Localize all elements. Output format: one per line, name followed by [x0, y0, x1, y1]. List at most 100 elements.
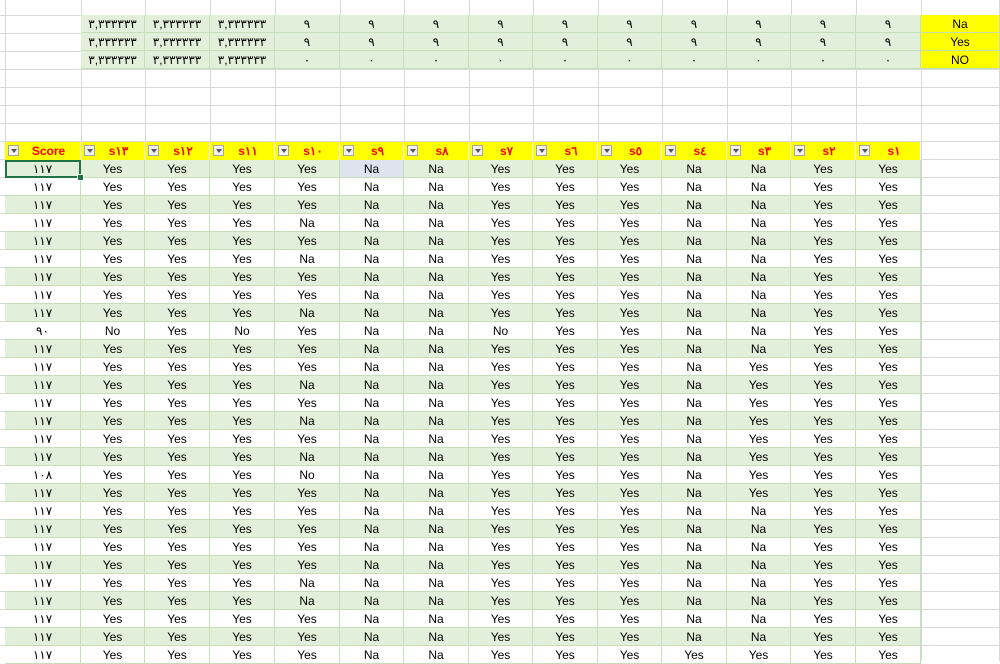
table-cell[interactable]: Yes: [533, 160, 598, 178]
table-cell[interactable]: Yes: [856, 286, 921, 304]
summary-cell[interactable]: ٣,٣٣٣٣٣٣: [81, 33, 145, 51]
table-cell[interactable]: Yes: [533, 376, 598, 394]
table-cell[interactable]: Yes: [210, 484, 275, 502]
column-header[interactable]: s١٢: [145, 142, 210, 160]
table-cell[interactable]: Yes: [469, 394, 533, 412]
table-cell[interactable]: Na: [404, 502, 469, 520]
table-cell[interactable]: Na: [340, 466, 404, 484]
table-cell[interactable]: Yes: [856, 232, 921, 250]
table-cell[interactable]: Yes: [210, 430, 275, 448]
table-cell[interactable]: Na: [340, 646, 404, 664]
table-cell[interactable]: Yes: [469, 358, 533, 376]
table-cell[interactable]: Yes: [856, 646, 921, 664]
table-cell[interactable]: Yes: [81, 610, 145, 628]
table-cell[interactable]: Yes: [145, 592, 210, 610]
table-cell[interactable]: Yes: [856, 358, 921, 376]
table-cell[interactable]: Na: [662, 448, 727, 466]
table-cell[interactable]: Yes: [210, 268, 275, 286]
table-cell[interactable]: Yes: [533, 484, 598, 502]
table-cell[interactable]: Yes: [145, 160, 210, 178]
table-cell[interactable]: Yes: [275, 268, 340, 286]
table-cell[interactable]: Na: [662, 214, 727, 232]
table-cell[interactable]: Na: [404, 286, 469, 304]
table-cell[interactable]: Na: [404, 556, 469, 574]
table-cell[interactable]: Na: [275, 250, 340, 268]
table-cell[interactable]: Yes: [598, 322, 662, 340]
table-cell[interactable]: Yes: [598, 574, 662, 592]
table-cell[interactable]: Na: [727, 214, 791, 232]
table-cell[interactable]: Yes: [210, 394, 275, 412]
filter-dropdown-icon[interactable]: [84, 145, 95, 156]
filter-dropdown-icon[interactable]: [343, 145, 354, 156]
table-cell[interactable]: Na: [404, 178, 469, 196]
table-cell[interactable]: Yes: [81, 196, 145, 214]
score-cell[interactable]: ١١٧: [5, 628, 81, 646]
summary-cell[interactable]: ٠: [404, 51, 469, 69]
table-cell[interactable]: Yes: [598, 628, 662, 646]
table-cell[interactable]: Na: [404, 160, 469, 178]
table-cell[interactable]: Yes: [469, 448, 533, 466]
table-cell[interactable]: Yes: [81, 646, 145, 664]
table-cell[interactable]: Yes: [145, 268, 210, 286]
table-cell[interactable]: Yes: [791, 160, 856, 178]
table-cell[interactable]: Yes: [791, 430, 856, 448]
table-cell[interactable]: Yes: [210, 214, 275, 232]
score-cell[interactable]: ١١٧: [5, 358, 81, 376]
table-cell[interactable]: Na: [662, 268, 727, 286]
score-cell[interactable]: ١١٧: [5, 340, 81, 358]
summary-cell[interactable]: ٠: [791, 51, 856, 69]
table-cell[interactable]: Yes: [791, 448, 856, 466]
table-cell[interactable]: Yes: [81, 448, 145, 466]
table-cell[interactable]: Na: [727, 592, 791, 610]
table-cell[interactable]: Na: [275, 304, 340, 322]
table-cell[interactable]: Yes: [210, 466, 275, 484]
table-cell[interactable]: Na: [662, 502, 727, 520]
table-cell[interactable]: Yes: [791, 538, 856, 556]
summary-cell[interactable]: ٠: [340, 51, 404, 69]
table-cell[interactable]: Yes: [791, 412, 856, 430]
score-cell[interactable]: ١١٧: [5, 412, 81, 430]
table-cell[interactable]: Yes: [598, 358, 662, 376]
table-cell[interactable]: Yes: [598, 412, 662, 430]
table-cell[interactable]: Yes: [469, 286, 533, 304]
table-cell[interactable]: Yes: [791, 304, 856, 322]
filter-dropdown-icon[interactable]: [601, 145, 612, 156]
table-cell[interactable]: Yes: [469, 592, 533, 610]
table-cell[interactable]: Yes: [598, 232, 662, 250]
summary-cell[interactable]: ٣,٣٣٣٣٣٣: [145, 51, 210, 69]
score-cell[interactable]: ١١٧: [5, 520, 81, 538]
column-header[interactable]: s٧: [469, 142, 533, 160]
filter-dropdown-icon[interactable]: [8, 145, 19, 156]
score-cell[interactable]: ١١٧: [5, 592, 81, 610]
table-cell[interactable]: Yes: [275, 340, 340, 358]
score-cell[interactable]: ١١٧: [5, 178, 81, 196]
table-cell[interactable]: Yes: [81, 556, 145, 574]
table-cell[interactable]: Yes: [145, 628, 210, 646]
table-cell[interactable]: Yes: [533, 178, 598, 196]
score-cell[interactable]: ١١٧: [5, 574, 81, 592]
table-cell[interactable]: Yes: [533, 574, 598, 592]
table-cell[interactable]: Na: [340, 394, 404, 412]
table-cell[interactable]: Na: [727, 520, 791, 538]
table-cell[interactable]: Na: [662, 466, 727, 484]
table-cell[interactable]: Yes: [856, 484, 921, 502]
table-cell[interactable]: Yes: [533, 610, 598, 628]
table-cell[interactable]: Na: [662, 160, 727, 178]
score-cell[interactable]: ١٠٨: [5, 466, 81, 484]
summary-label[interactable]: NO: [921, 51, 1000, 69]
table-cell[interactable]: Yes: [145, 232, 210, 250]
table-cell[interactable]: Na: [340, 556, 404, 574]
table-cell[interactable]: Yes: [533, 340, 598, 358]
table-cell[interactable]: Na: [404, 484, 469, 502]
table-cell[interactable]: Na: [727, 268, 791, 286]
table-cell[interactable]: Yes: [210, 448, 275, 466]
table-cell[interactable]: Yes: [275, 628, 340, 646]
table-cell[interactable]: Yes: [210, 556, 275, 574]
table-cell[interactable]: Yes: [469, 628, 533, 646]
table-cell[interactable]: Yes: [145, 286, 210, 304]
table-cell[interactable]: Yes: [81, 628, 145, 646]
table-cell[interactable]: Na: [340, 250, 404, 268]
table-cell[interactable]: Yes: [81, 574, 145, 592]
table-cell[interactable]: Yes: [727, 484, 791, 502]
table-cell[interactable]: Yes: [145, 466, 210, 484]
